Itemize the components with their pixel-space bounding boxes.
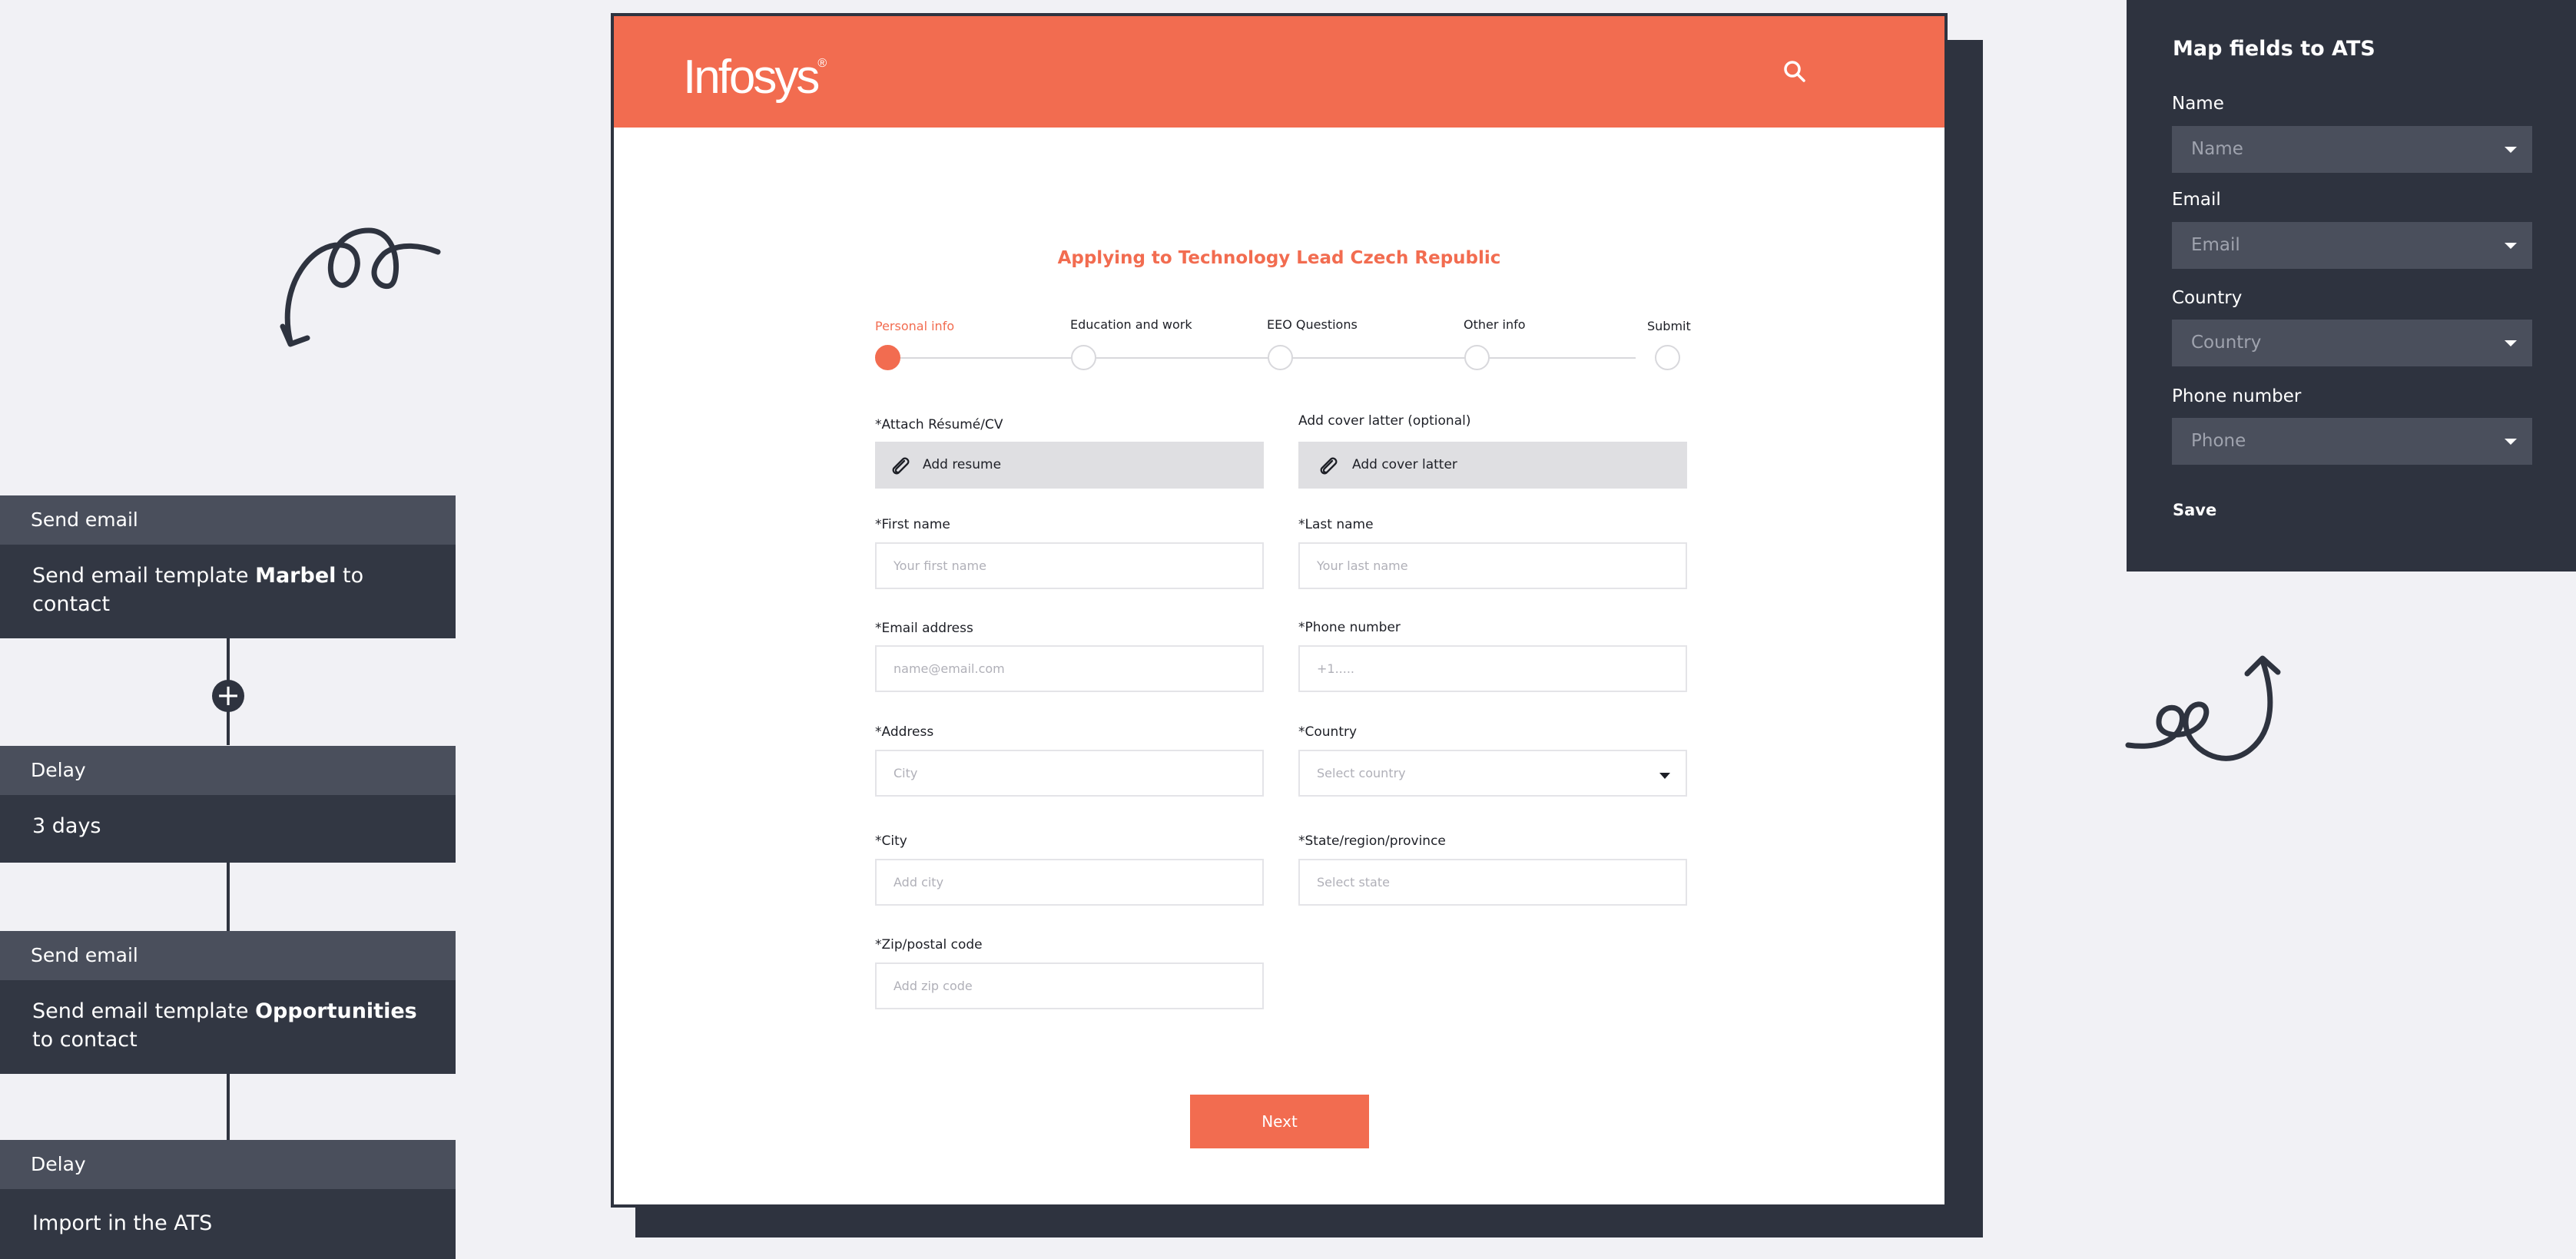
step-label-other-info[interactable]: Other info [1464, 317, 1526, 332]
body-text: 3 days [32, 814, 101, 838]
phone-input[interactable]: +1..... [1298, 645, 1687, 692]
next-button[interactable]: Next [1190, 1095, 1369, 1148]
step-dot-other-info[interactable] [1464, 345, 1490, 370]
step-dot-personal-info[interactable] [875, 345, 900, 370]
country-label: *Country [1298, 724, 1358, 740]
ats-phone-label: Phone number [2172, 386, 2302, 406]
body-text: Send email template [32, 999, 256, 1023]
resume-label: *Attach Résumé/CV [875, 417, 1003, 432]
ats-name-select[interactable]: Name [2172, 126, 2532, 173]
ats-country-value: Country [2191, 333, 2262, 353]
email-label: *Email address [875, 621, 973, 636]
registered-mark: ® [817, 57, 827, 70]
chevron-down-icon [2505, 243, 2517, 249]
city-label: *City [875, 833, 907, 849]
chevron-down-icon [2505, 340, 2517, 346]
zip-label: *Zip/postal code [875, 937, 983, 953]
step-dot-education[interactable] [1071, 345, 1096, 370]
phone-label: *Phone number [1298, 620, 1401, 635]
add-cover-letter-button[interactable]: Add cover latter [1298, 442, 1687, 489]
step-label-submit[interactable]: Submit [1647, 319, 1691, 333]
ats-email-select[interactable]: Email [2172, 222, 2532, 269]
progress-track [885, 357, 1636, 359]
step-dot-eeo[interactable] [1268, 345, 1293, 370]
body-text: to contact [32, 1028, 138, 1052]
step-dot-submit[interactable] [1655, 345, 1680, 370]
workflow-connector [227, 1072, 230, 1141]
workflow-step-header: Delay [0, 746, 456, 795]
workflow-step-body: Import in the ATS [0, 1189, 456, 1259]
ats-name-value: Name [2191, 139, 2243, 159]
ats-panel-title: Map fields to ATS [2173, 37, 2375, 61]
body-text: Import in the ATS [32, 1211, 213, 1235]
email-input[interactable]: name@email.com [875, 645, 1264, 692]
state-label: *State/region/province [1298, 833, 1446, 849]
chevron-down-icon [2505, 147, 2517, 153]
ats-email-value: Email [2191, 235, 2240, 255]
workflow-step-delay[interactable]: Delay 3 days [0, 746, 456, 863]
workflow-step-header: Delay [0, 1140, 456, 1189]
workflow-step-header: Send email [0, 495, 456, 545]
chevron-down-icon [1659, 773, 1670, 779]
step-label-personal-info[interactable]: Personal info [875, 319, 954, 333]
workflow-step-send-email[interactable]: Send email Send email template Marbel to… [0, 495, 456, 638]
step-label-education[interactable]: Education and work [1070, 317, 1192, 332]
workflow-step-body: Send email template Marbel to contact [0, 545, 456, 638]
workflow-step-header: Send email [0, 931, 456, 980]
city-input[interactable]: Add city [875, 859, 1264, 906]
site-header: Infosys® [614, 16, 1944, 128]
paperclip-icon [1320, 457, 1338, 475]
country-select-value: Select country [1317, 766, 1406, 780]
search-icon[interactable] [1783, 60, 1806, 83]
ats-email-label: Email [2172, 190, 2221, 210]
workflow-step-send-email[interactable]: Send email Send email template Opportuni… [0, 931, 456, 1074]
workflow-step-delay[interactable]: Delay Import in the ATS [0, 1140, 456, 1259]
last-name-label: *Last name [1298, 517, 1374, 532]
workflow-step-body: 3 days [0, 795, 456, 863]
swirl-arrow-icon [2125, 655, 2281, 761]
ats-mapping-panel: Map fields to ATS Name Name Email Email … [2127, 0, 2576, 572]
infosys-logo[interactable]: Infosys® [683, 50, 827, 104]
state-select[interactable]: Select state [1298, 859, 1687, 906]
zip-input[interactable]: Add zip code [875, 962, 1264, 1009]
first-name-label: *First name [875, 517, 950, 532]
first-name-input[interactable]: Your first name [875, 542, 1264, 589]
address-input[interactable]: City [875, 750, 1264, 797]
ats-phone-value: Phone [2191, 431, 2246, 451]
step-label-eeo[interactable]: EEO Questions [1267, 317, 1358, 332]
country-select[interactable]: Select country [1298, 750, 1687, 797]
add-step-button[interactable]: + [212, 680, 244, 712]
address-label: *Address [875, 724, 934, 740]
ats-phone-select[interactable]: Phone [2172, 418, 2532, 465]
add-cover-letter-text: Add cover latter [1352, 457, 1457, 472]
workflow-connector [227, 860, 230, 933]
job-application-window: Infosys® Applying to Technology Lead Cze… [611, 13, 1948, 1208]
ats-country-select[interactable]: Country [2172, 320, 2532, 366]
paperclip-icon [892, 457, 910, 475]
last-name-input[interactable]: Your last name [1298, 542, 1687, 589]
ats-country-label: Country [2172, 288, 2243, 308]
ats-save-button[interactable]: Save [2173, 501, 2216, 519]
chevron-down-icon [2505, 439, 2517, 445]
add-resume-button[interactable]: Add resume [875, 442, 1264, 489]
workflow-step-body: Send email template Opportunities to con… [0, 980, 456, 1074]
body-text: Send email template [32, 564, 256, 588]
form-title: Applying to Technology Lead Czech Republ… [1057, 248, 1501, 268]
cover-letter-label: Add cover latter (optional) [1298, 413, 1471, 429]
template-name: Opportunities [255, 999, 417, 1023]
add-resume-label: Add resume [923, 457, 1002, 472]
ats-name-label: Name [2172, 94, 2224, 114]
template-name: Marbel [255, 564, 337, 588]
logo-text: Infosys [683, 51, 820, 104]
swirl-arrow-icon [280, 227, 441, 347]
